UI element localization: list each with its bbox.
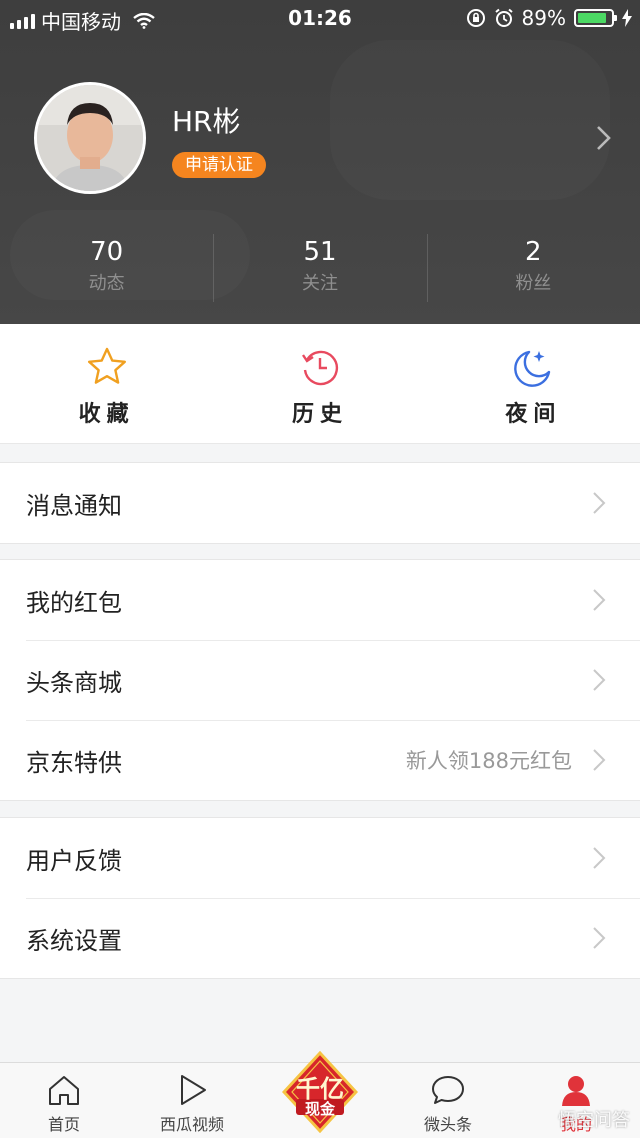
quick-action-favorites[interactable]: 收藏 bbox=[0, 324, 213, 443]
charging-icon bbox=[622, 9, 632, 27]
menu-item-jd-special[interactable]: 京东特供 新人领188元红包 bbox=[0, 720, 640, 800]
battery-icon bbox=[574, 9, 617, 27]
promo-badge-icon: 千亿 现金 bbox=[281, 1050, 359, 1134]
moon-icon bbox=[514, 350, 551, 387]
stat-label: 动态 bbox=[88, 273, 125, 294]
quick-action-label: 夜间 bbox=[505, 402, 562, 427]
chevron-right-icon bbox=[593, 847, 606, 869]
person-icon bbox=[562, 1076, 590, 1106]
apply-verification-button[interactable]: 申请认证 bbox=[172, 152, 266, 178]
tab-promo[interactable]: 千亿 现金 bbox=[256, 1050, 384, 1138]
menu-item-label: 系统设置 bbox=[26, 926, 122, 955]
avatar[interactable] bbox=[34, 82, 146, 194]
chevron-right-icon bbox=[593, 492, 606, 514]
quick-action-night-mode[interactable]: 夜间 bbox=[427, 324, 640, 443]
menu-item-feedback[interactable]: 用户反馈 bbox=[0, 818, 640, 898]
avatar-photo bbox=[37, 85, 143, 191]
header-background-pattern bbox=[330, 40, 610, 200]
menu-group-shopping: 我的红包 头条商城 京东特供 新人领188元红包 bbox=[0, 559, 640, 801]
chat-bubble-icon bbox=[432, 1076, 464, 1104]
menu-item-label: 我的红包 bbox=[26, 588, 122, 617]
menu-item-label: 消息通知 bbox=[26, 491, 122, 520]
stat-value: 70 bbox=[90, 237, 124, 267]
stat-label: 粉丝 bbox=[515, 273, 552, 294]
quick-action-label: 历史 bbox=[291, 402, 348, 427]
chevron-right-icon bbox=[593, 749, 606, 771]
stat-followers[interactable]: 2 粉丝 bbox=[426, 234, 640, 302]
profile-stats: 70 动态 51 关注 2 粉丝 bbox=[0, 234, 640, 302]
stat-value: 2 bbox=[525, 237, 542, 267]
battery-percent: 89% bbox=[521, 6, 566, 30]
tab-label: 微头条 bbox=[423, 1115, 472, 1134]
chevron-right-icon[interactable] bbox=[594, 124, 614, 152]
stat-posts[interactable]: 70 动态 bbox=[0, 234, 213, 302]
history-clock-icon bbox=[301, 350, 339, 386]
stat-following[interactable]: 51 关注 bbox=[213, 234, 426, 302]
status-bar: 中国移动 01:26 89% bbox=[0, 0, 640, 36]
star-icon bbox=[87, 347, 126, 384]
promo-line2: 现金 bbox=[304, 1100, 335, 1118]
username[interactable]: HR彬 bbox=[172, 100, 241, 140]
alarm-icon bbox=[494, 8, 513, 27]
quick-action-label: 收藏 bbox=[78, 402, 135, 427]
watermark: 悟空问答 bbox=[558, 1110, 630, 1131]
tab-label: 首页 bbox=[47, 1115, 80, 1134]
tab-home[interactable]: 首页 bbox=[0, 1063, 128, 1138]
menu-item-subtext: 新人领188元红包 bbox=[405, 749, 572, 773]
quick-actions: 收藏 历史 夜间 bbox=[0, 324, 640, 444]
menu-item-notifications[interactable]: 消息通知 bbox=[0, 463, 640, 543]
profile-header: 中国移动 01:26 89% HR彬 申请认证 70 动态 51 关注 2 粉丝 bbox=[0, 0, 640, 324]
menu-item-mall[interactable]: 头条商城 bbox=[0, 640, 640, 720]
menu-item-label: 用户反馈 bbox=[26, 846, 122, 875]
tab-weitoutiao[interactable]: 微头条 bbox=[384, 1063, 512, 1138]
menu-item-label: 头条商城 bbox=[26, 668, 122, 697]
bottom-tab-bar: 首页 西瓜视频 千亿 现金 微头条 我的 bbox=[0, 1050, 640, 1138]
home-icon bbox=[49, 1076, 79, 1105]
play-icon bbox=[181, 1075, 206, 1105]
menu-item-label: 京东特供 bbox=[26, 748, 122, 777]
menu-group-notifications: 消息通知 bbox=[0, 462, 640, 544]
menu-item-settings[interactable]: 系统设置 bbox=[0, 898, 640, 978]
tab-xigua-video[interactable]: 西瓜视频 bbox=[128, 1063, 256, 1138]
chevron-right-icon bbox=[593, 589, 606, 611]
menu-group-system: 用户反馈 系统设置 bbox=[0, 817, 640, 979]
stat-label: 关注 bbox=[301, 273, 338, 294]
chevron-right-icon bbox=[593, 669, 606, 691]
menu-item-red-packet[interactable]: 我的红包 bbox=[0, 560, 640, 640]
quick-action-history[interactable]: 历史 bbox=[213, 324, 426, 443]
orientation-lock-icon bbox=[466, 9, 485, 27]
tab-label: 西瓜视频 bbox=[159, 1115, 224, 1134]
chevron-right-icon bbox=[593, 927, 606, 949]
stat-value: 51 bbox=[303, 237, 337, 267]
